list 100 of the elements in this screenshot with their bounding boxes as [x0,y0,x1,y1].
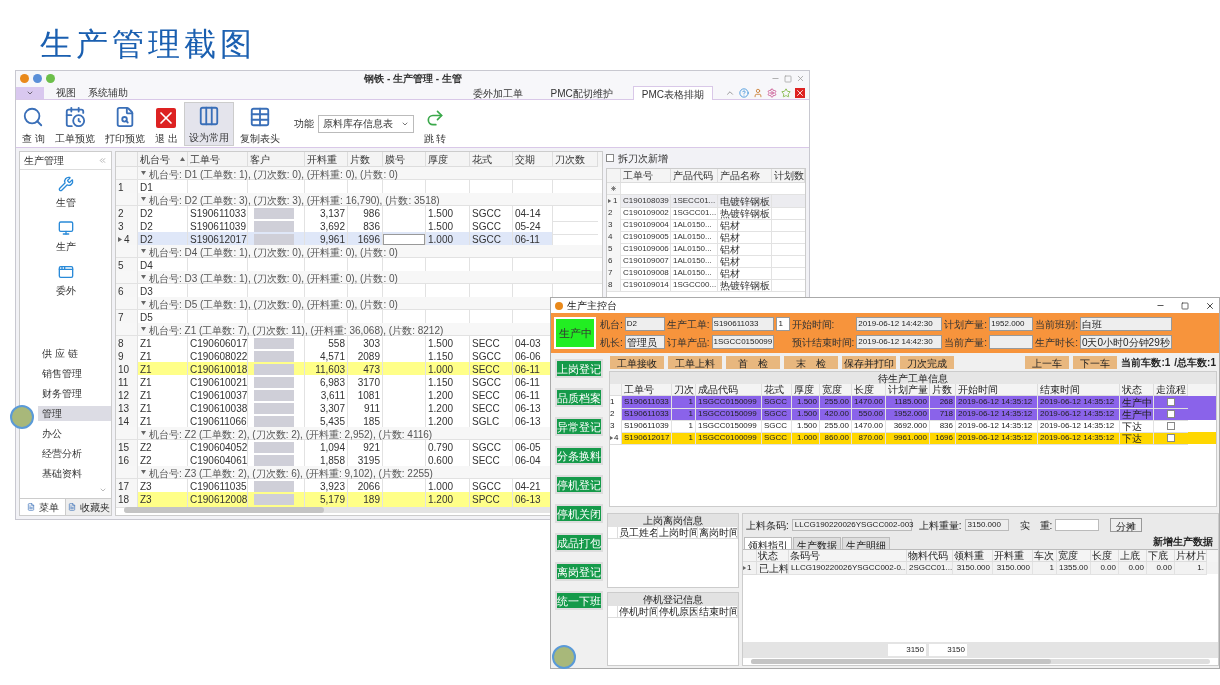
toolbar-button[interactable]: 末 检 [784,355,838,369]
menu-item[interactable]: 视图 [56,85,76,100]
input-field[interactable]: 0天0小时0分钟29秒 [1079,335,1172,349]
input-field[interactable]: D2 [624,317,665,331]
toolbar-button[interactable]: 打印预览 [100,101,149,146]
input-field[interactable]: 2019-06-12 14:42:30 [856,335,943,349]
action-button[interactable]: 成品打包 [555,533,603,552]
module-button[interactable]: 委外 [55,264,76,298]
input-field[interactable]: S190611033 [711,317,774,331]
close-icon[interactable] [795,87,805,98]
table-cell: 1SGCC0150099 [698,420,757,432]
checkbox[interactable] [1167,398,1175,406]
toolbar-button[interactable]: 退 出 [150,101,182,146]
row-number: 7 [118,311,124,325]
toolbar-button[interactable]: 工单预览 [50,101,99,146]
allocate-button[interactable]: 分摊 [1110,518,1143,532]
input-field[interactable]: 1952.000 [989,317,1034,331]
field-label: 当前班别: [1035,317,1078,332]
app-logo-icon[interactable] [20,74,29,83]
horizontal-scrollbar[interactable] [751,659,1210,664]
action-button[interactable]: 异常登记 [555,417,603,436]
scroll-down-icon[interactable] [99,486,107,494]
module-button[interactable]: 生产 [55,220,76,254]
help-icon[interactable] [739,87,749,98]
input-field[interactable] [1055,519,1100,531]
status-button[interactable]: 生产中 [554,317,596,349]
table-cell: 1AL0150... [673,219,712,231]
table-cell-text: 04-14 [515,207,541,221]
table-cell-text: 3,137 [319,207,345,221]
close-icon[interactable] [1205,300,1215,311]
jump-button[interactable]: 跳 转 [415,101,455,146]
column-header[interactable]: 员工姓名 [618,527,658,539]
sidebar-item[interactable]: 销售管理 [38,366,111,381]
input-field[interactable]: 3150.000 [964,519,1009,531]
maximize-icon[interactable] [784,74,792,83]
table-cell: C190109007 [623,255,669,267]
column-header[interactable]: 产品代码 [671,169,718,183]
toolbar-button[interactable]: 复制表头 [235,101,284,146]
ribbon-tab[interactable]: 委外加工单 [464,85,531,100]
checkbox[interactable] [1167,422,1175,430]
action-button[interactable]: 停机登记 [555,475,603,494]
checkbox[interactable] [1167,410,1175,418]
checkbox[interactable] [606,154,614,162]
collapse-icon[interactable] [98,156,107,165]
column-header[interactable]: 产品名称 [718,169,772,183]
table-cell-text: SGCC [472,207,501,221]
column-header[interactable]: 工单号 [621,169,671,183]
table-cell-text: 185 [363,415,380,429]
table-row[interactable]: 1 S190611033 1 1SGCC0150099 SGCC 1.500 255.00 1470.00 1185.000 268 2019-06-12 14:35:12 2019-06-12 14:35:12 生产中 [610,396,1216,408]
nav-button[interactable]: 上一车 [1025,355,1070,369]
sidebar-item[interactable]: 经营分析 [38,446,111,461]
module-button[interactable]: 生管 [55,176,76,210]
table-cell-text: 1081 [357,389,380,403]
favorite-icon[interactable] [781,87,791,98]
table-cell: 1 [688,432,693,444]
checkbox[interactable] [1167,434,1175,442]
column-header[interactable]: 计划数 [772,169,805,183]
input-field[interactable]: 1SGCC0150099 [711,335,774,349]
table-cell-text: 3170 [357,376,380,390]
row-number: 12 [118,389,130,403]
toolbar-button[interactable]: 查 询 [18,101,49,146]
edit-field[interactable] [383,234,425,245]
action-button[interactable]: 分条换料 [555,446,603,465]
sidebar-tab[interactable]: 收藏夹 [65,499,111,515]
input-field[interactable]: 1 [775,317,790,331]
toolbar-button[interactable]: 工单接收 [610,355,664,369]
sidebar-item[interactable]: 办公 [38,426,111,441]
action-button[interactable]: 统一下班 [555,591,603,610]
action-button[interactable]: 上岗登记 [555,359,603,378]
toolbar-button[interactable]: 刀次完成 [900,355,954,369]
action-button[interactable]: 品质档案 [555,388,603,407]
toolbar-button[interactable]: 首 检 [726,355,780,369]
settings-icon[interactable] [767,87,777,98]
input-field[interactable] [989,335,1034,349]
input-field[interactable]: 2019-06-12 14:42:30 [856,317,943,331]
input-field[interactable]: LLCG190220026YSGCC002-003 [791,519,912,531]
table-row[interactable]: 1 C190108039 1SECC01... 电镀锌钢板 [607,195,805,207]
sidebar-item[interactable]: 供 应 链 [38,346,111,361]
table-cell-text: 1.200 [428,402,454,416]
sidebar-item[interactable]: 管理 [38,406,111,421]
action-button[interactable]: 停机关闭 [555,504,603,523]
maximize-icon[interactable] [1181,301,1189,310]
action-button[interactable]: 离岗登记 [555,562,603,581]
table-row[interactable]: 1 已上料 LLCG190220026YSGCC002-0... 2SGCC01... 3150.000 3150.000 1 1355.00 0.00 0.00 0.00 1. [743,562,1218,574]
table-row[interactable]: 18 Z3 C190612008 5,179 189 1.200 SPCC 06-13 [116,492,553,508]
user-icon[interactable] [753,87,763,98]
toolbar-button[interactable]: 保存并打印 [842,355,896,369]
toolbar-button[interactable]: 工单上料 [668,355,722,369]
table-cell-text: C190604052 [190,441,247,455]
function-select[interactable]: 原料库存信息表 [317,114,414,133]
sidebar-item[interactable]: 财务管理 [38,386,111,401]
input-field[interactable]: 管理员 [624,335,665,349]
input-field[interactable]: 白班 [1079,317,1172,331]
window-title: 钢铁 - 生产管理 - 生管 [364,72,462,86]
sidebar-item[interactable]: 基础资料 [38,466,111,481]
nav-button[interactable]: 下一车 [1073,355,1118,369]
toolbar-button[interactable]: 设为常用 [183,101,234,146]
app-menu-button[interactable] [16,86,44,99]
menu-item[interactable]: 系统辅助 [88,85,128,100]
ribbon-tab[interactable]: PMC配切维护 [542,85,621,100]
